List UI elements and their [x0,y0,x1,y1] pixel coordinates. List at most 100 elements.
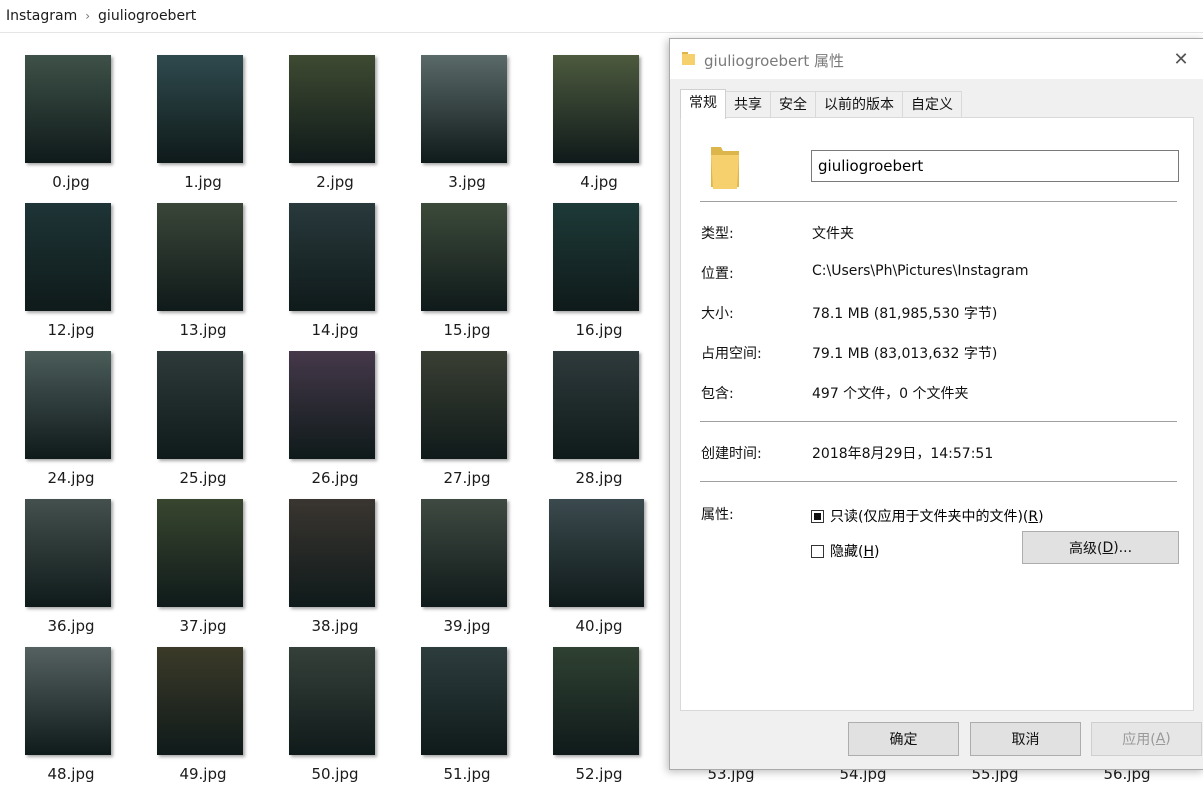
file-item[interactable]: 37.jpg [132,499,264,645]
file-name: 40.jpg [575,617,623,635]
file-name: 36.jpg [47,617,95,635]
image-thumbnail [421,351,507,459]
contains-value: 497 个文件，0 个文件夹 [812,386,969,402]
tab-sharing[interactable]: 共享 [725,91,771,118]
file-name: 28.jpg [575,469,623,487]
image-thumbnail [289,647,375,755]
image-thumbnail [421,647,507,755]
general-panel: 类型: 文件夹 位置: C:\Users\Ph\Pictures\Instagr… [680,117,1194,711]
file-item[interactable]: 2.jpg [264,55,396,201]
tab-security[interactable]: 安全 [770,91,816,118]
readonly-checkbox[interactable] [811,509,824,523]
image-thumbnail [157,647,243,755]
file-item[interactable]: 15.jpg [396,203,528,349]
image-thumbnail [421,203,507,311]
file-name: 1.jpg [184,173,222,191]
image-thumbnail [553,351,639,459]
hidden-checkbox[interactable] [811,544,824,558]
advanced-button[interactable]: 高级(D)... [1022,531,1179,564]
image-thumbnail [25,203,111,311]
file-item[interactable]: 12.jpg [0,203,132,349]
file-name: 51.jpg [443,765,491,783]
tab-customize[interactable]: 自定义 [902,91,962,118]
image-thumbnail [553,647,639,755]
file-item[interactable]: 24.jpg [0,351,132,497]
folder-large-icon [711,147,739,189]
file-name: 52.jpg [575,765,623,783]
file-item[interactable]: 39.jpg [396,499,528,645]
image-thumbnail [157,203,243,311]
file-item[interactable]: 51.jpg [396,647,528,793]
file-name: 3.jpg [448,173,486,191]
folder-name-input[interactable] [811,150,1179,182]
file-name: 38.jpg [311,617,359,635]
file-item[interactable]: 3.jpg [396,55,528,201]
contains-label: 包含: [701,386,734,402]
folder-icon [682,52,695,65]
file-name: 16.jpg [575,321,623,339]
divider [700,421,1177,422]
file-item[interactable]: 40.jpg [528,499,660,645]
file-item[interactable]: 50.jpg [264,647,396,793]
apply-button[interactable]: 应用(A) [1091,722,1202,756]
file-item[interactable]: 28.jpg [528,351,660,497]
properties-dialog: giuliogroebert 属性 ✕ 常规 共享 安全 以前的版本 自定义 类… [669,38,1203,770]
file-name: 24.jpg [47,469,95,487]
cancel-button[interactable]: 取消 [970,722,1081,756]
hidden-label: 隐藏(H) [830,544,880,560]
file-name: 12.jpg [47,321,95,339]
file-item[interactable]: 0.jpg [0,55,132,201]
tab-general[interactable]: 常规 [680,89,726,119]
type-label: 类型: [701,226,734,242]
breadcrumb-item-giuliogroebert[interactable]: giuliogroebert [92,8,202,24]
file-item[interactable]: 27.jpg [396,351,528,497]
file-item[interactable]: 49.jpg [132,647,264,793]
size-label: 大小: [701,306,734,322]
file-item[interactable]: 4.jpg [528,55,660,201]
file-name: 0.jpg [52,173,90,191]
image-thumbnail [289,351,375,459]
image-thumbnail [25,647,111,755]
file-item[interactable]: 38.jpg [264,499,396,645]
file-item[interactable]: 14.jpg [264,203,396,349]
file-name: 50.jpg [311,765,359,783]
file-name: 2.jpg [316,173,354,191]
file-item[interactable]: 16.jpg [528,203,660,349]
type-value: 文件夹 [812,226,854,242]
file-name: 4.jpg [580,173,618,191]
file-name: 39.jpg [443,617,491,635]
file-item[interactable]: 13.jpg [132,203,264,349]
file-item[interactable]: 48.jpg [0,647,132,793]
file-item[interactable]: 52.jpg [528,647,660,793]
ok-button[interactable]: 确定 [848,722,959,756]
image-thumbnail [25,499,111,607]
file-item[interactable]: 25.jpg [132,351,264,497]
image-thumbnail [421,499,507,607]
image-thumbnail [289,203,375,311]
file-name: 49.jpg [179,765,227,783]
size-value: 78.1 MB (81,985,530 字节) [812,306,998,322]
file-item[interactable]: 36.jpg [0,499,132,645]
image-thumbnail [421,55,507,163]
image-thumbnail [157,351,243,459]
location-value: C:\Users\Ph\Pictures\Instagram [812,263,1029,279]
image-thumbnail [157,55,243,163]
hidden-checkbox-row[interactable]: 隐藏(H) [811,541,879,561]
file-name: 13.jpg [179,321,227,339]
created-value: 2018年8月29日，14:57:51 [812,446,994,462]
location-label: 位置: [701,266,734,282]
dialog-titlebar[interactable]: giuliogroebert 属性 ✕ [670,39,1203,79]
file-name: 14.jpg [311,321,359,339]
divider [700,481,1177,482]
breadcrumb-item-instagram[interactable]: Instagram [0,8,83,24]
tab-previous-versions[interactable]: 以前的版本 [815,91,903,118]
close-button[interactable]: ✕ [1158,39,1203,79]
file-item[interactable]: 26.jpg [264,351,396,497]
image-thumbnail [157,499,243,607]
file-name: 27.jpg [443,469,491,487]
image-thumbnail [289,499,375,607]
attributes-label: 属性: [701,507,734,523]
file-item[interactable]: 1.jpg [132,55,264,201]
readonly-checkbox-row[interactable]: 只读(仅应用于文件夹中的文件)(R) [811,506,1044,526]
close-icon: ✕ [1173,48,1189,70]
